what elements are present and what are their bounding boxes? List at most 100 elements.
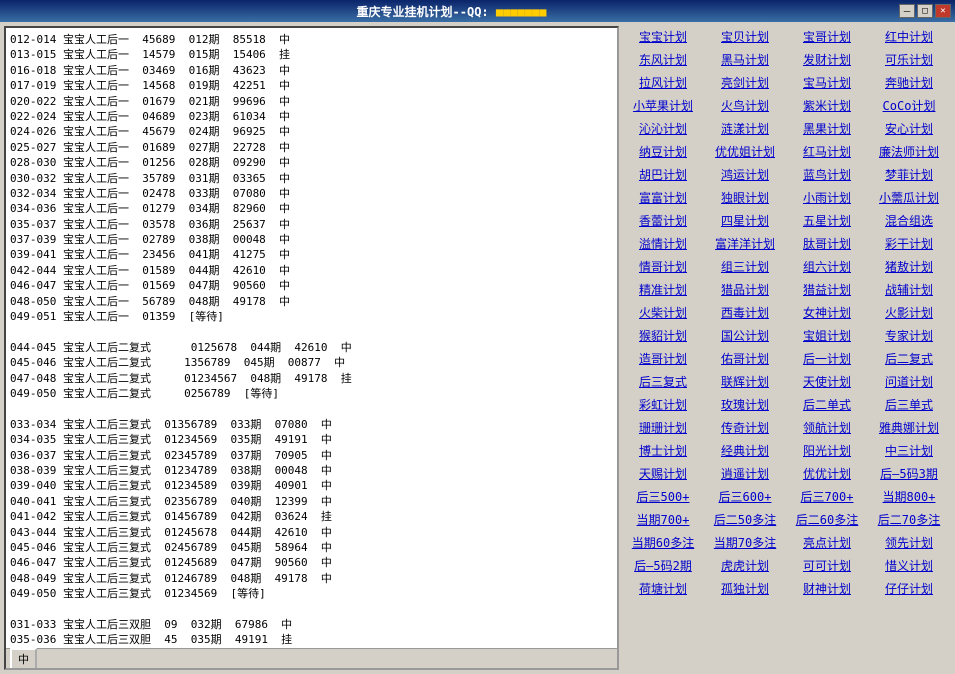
plan-link-72[interactable]: 博士计划	[623, 440, 703, 461]
plan-link-98[interactable]: 财神计划	[787, 578, 867, 599]
plan-link-29[interactable]: 独眼计划	[705, 187, 785, 208]
plan-link-27[interactable]: 梦菲计划	[869, 164, 949, 185]
plan-link-87[interactable]: 后二70多注	[869, 509, 949, 530]
status-button[interactable]: 中	[10, 648, 37, 670]
plan-link-55[interactable]: 专家计划	[869, 325, 949, 346]
plan-link-31[interactable]: 小薷瓜计划	[869, 187, 949, 208]
plan-link-71[interactable]: 雅典娜计划	[869, 417, 949, 438]
plan-link-34[interactable]: 五星计划	[787, 210, 867, 231]
plan-link-14[interactable]: 紫米计划	[787, 95, 867, 116]
plan-link-4[interactable]: 东风计划	[623, 49, 703, 70]
content-area[interactable]: 012-014 宝宝人工后一 45689 012期 85518 中 013-01…	[6, 28, 617, 648]
plan-link-54[interactable]: 宝姐计划	[787, 325, 867, 346]
plan-link-36[interactable]: 溢情计划	[623, 233, 703, 254]
plan-link-52[interactable]: 猴貂计划	[623, 325, 703, 346]
plan-link-77[interactable]: 逍遥计划	[705, 463, 785, 484]
plan-link-24[interactable]: 胡巴计划	[623, 164, 703, 185]
plan-link-7[interactable]: 可乐计划	[869, 49, 949, 70]
plan-link-44[interactable]: 精准计划	[623, 279, 703, 300]
plan-link-41[interactable]: 组三计划	[705, 256, 785, 277]
maximize-button[interactable]: □	[917, 4, 933, 18]
plan-link-48[interactable]: 火柴计划	[623, 302, 703, 323]
plan-link-12[interactable]: 小苹果计划	[623, 95, 703, 116]
plan-link-63[interactable]: 问道计划	[869, 371, 949, 392]
plan-link-99[interactable]: 仔仔计划	[869, 578, 949, 599]
plan-link-10[interactable]: 宝马计划	[787, 72, 867, 93]
plan-link-75[interactable]: 中三计划	[869, 440, 949, 461]
plan-link-68[interactable]: 珊珊计划	[623, 417, 703, 438]
plan-link-96[interactable]: 荷塘计划	[623, 578, 703, 599]
plan-link-51[interactable]: 火影计划	[869, 302, 949, 323]
plan-link-80[interactable]: 后三500+	[623, 486, 703, 507]
plan-link-3[interactable]: 红中计划	[869, 26, 949, 47]
plan-link-13[interactable]: 火鸟计划	[705, 95, 785, 116]
plan-link-76[interactable]: 天赐计划	[623, 463, 703, 484]
plan-link-6[interactable]: 发财计划	[787, 49, 867, 70]
plan-link-78[interactable]: 优优计划	[787, 463, 867, 484]
plan-link-61[interactable]: 联辉计划	[705, 371, 785, 392]
plan-link-81[interactable]: 后三600+	[705, 486, 785, 507]
plan-link-66[interactable]: 后二单式	[787, 394, 867, 415]
plan-link-33[interactable]: 四星计划	[705, 210, 785, 231]
plan-link-19[interactable]: 安心计划	[869, 118, 949, 139]
plan-link-60[interactable]: 后三复式	[623, 371, 703, 392]
plan-link-62[interactable]: 天使计划	[787, 371, 867, 392]
plan-link-93[interactable]: 虎虎计划	[705, 555, 785, 576]
plan-link-18[interactable]: 黑果计划	[787, 118, 867, 139]
plan-link-39[interactable]: 彩干计划	[869, 233, 949, 254]
plan-link-28[interactable]: 富富计划	[623, 187, 703, 208]
plan-link-95[interactable]: 惜义计划	[869, 555, 949, 576]
plan-link-37[interactable]: 富洋洋计划	[705, 233, 785, 254]
plan-link-9[interactable]: 亮剑计划	[705, 72, 785, 93]
plan-link-1[interactable]: 宝贝计划	[705, 26, 785, 47]
plan-link-92[interactable]: 后—5码2期	[623, 555, 703, 576]
plan-link-15[interactable]: CoCo计划	[869, 95, 949, 116]
plan-link-94[interactable]: 可可计划	[787, 555, 867, 576]
plan-link-26[interactable]: 蓝鸟计划	[787, 164, 867, 185]
plan-link-8[interactable]: 拉风计划	[623, 72, 703, 93]
plan-link-2[interactable]: 宝哥计划	[787, 26, 867, 47]
plan-link-86[interactable]: 后二60多注	[787, 509, 867, 530]
plan-link-56[interactable]: 造哥计划	[623, 348, 703, 369]
plan-link-32[interactable]: 香蕾计划	[623, 210, 703, 231]
plan-link-79[interactable]: 后—5码3期	[869, 463, 949, 484]
plan-link-64[interactable]: 彩虹计划	[623, 394, 703, 415]
plan-link-70[interactable]: 领航计划	[787, 417, 867, 438]
plan-link-23[interactable]: 廉法师计划	[869, 141, 949, 162]
plan-link-65[interactable]: 玫瑰计划	[705, 394, 785, 415]
plan-link-38[interactable]: 肽哥计划	[787, 233, 867, 254]
plan-link-57[interactable]: 佑哥计划	[705, 348, 785, 369]
plan-link-20[interactable]: 纳豆计划	[623, 141, 703, 162]
plan-link-89[interactable]: 当期70多注	[705, 532, 785, 553]
plan-link-83[interactable]: 当期800+	[869, 486, 949, 507]
close-button[interactable]: ✕	[935, 4, 951, 18]
plan-link-46[interactable]: 猎益计划	[787, 279, 867, 300]
plan-link-42[interactable]: 组六计划	[787, 256, 867, 277]
plan-link-11[interactable]: 奔驰计划	[869, 72, 949, 93]
plan-link-16[interactable]: 沁沁计划	[623, 118, 703, 139]
plan-link-43[interactable]: 猪敖计划	[869, 256, 949, 277]
plan-link-22[interactable]: 红马计划	[787, 141, 867, 162]
plan-link-97[interactable]: 孤独计划	[705, 578, 785, 599]
minimize-button[interactable]: －	[899, 4, 915, 18]
plan-link-17[interactable]: 涟漾计划	[705, 118, 785, 139]
plan-link-84[interactable]: 当期700+	[623, 509, 703, 530]
plan-link-50[interactable]: 女神计划	[787, 302, 867, 323]
plan-link-45[interactable]: 猎品计划	[705, 279, 785, 300]
plan-link-59[interactable]: 后二复式	[869, 348, 949, 369]
plan-link-91[interactable]: 领先计划	[869, 532, 949, 553]
plan-link-58[interactable]: 后一计划	[787, 348, 867, 369]
plan-link-25[interactable]: 鸿运计划	[705, 164, 785, 185]
plan-link-67[interactable]: 后三单式	[869, 394, 949, 415]
plan-link-21[interactable]: 优优姐计划	[705, 141, 785, 162]
plan-link-90[interactable]: 亮点计划	[787, 532, 867, 553]
plan-link-82[interactable]: 后三700+	[787, 486, 867, 507]
plan-link-40[interactable]: 情哥计划	[623, 256, 703, 277]
plan-link-69[interactable]: 传奇计划	[705, 417, 785, 438]
plan-link-35[interactable]: 混合组选	[869, 210, 949, 231]
plan-link-53[interactable]: 国公计划	[705, 325, 785, 346]
plan-link-73[interactable]: 经典计划	[705, 440, 785, 461]
plan-link-49[interactable]: 西毒计划	[705, 302, 785, 323]
plan-link-88[interactable]: 当期60多注	[623, 532, 703, 553]
plan-link-74[interactable]: 阳光计划	[787, 440, 867, 461]
